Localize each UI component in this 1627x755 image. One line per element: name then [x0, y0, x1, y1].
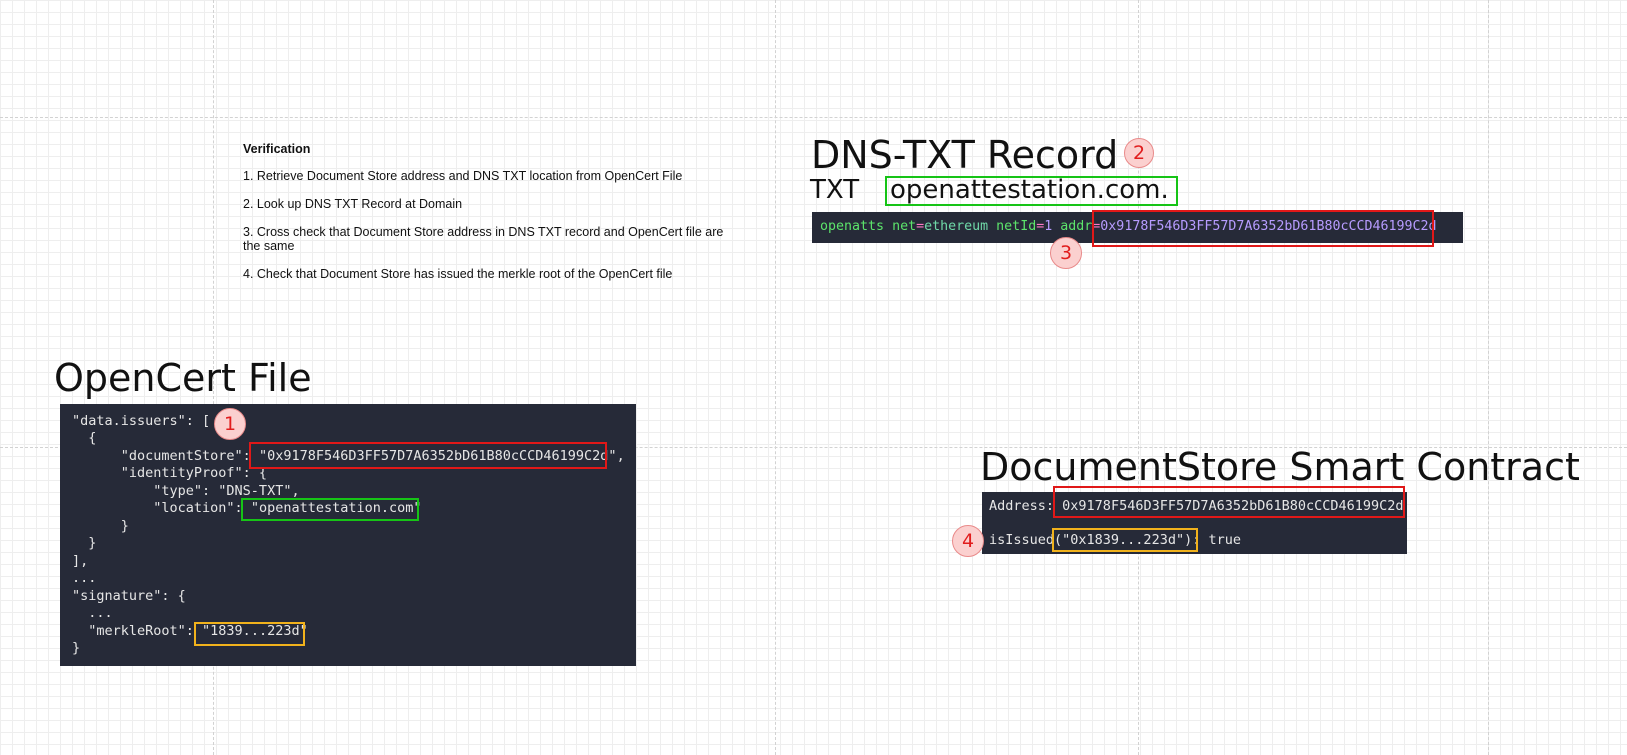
opencert-title: OpenCert File — [54, 356, 312, 400]
guide-line — [775, 0, 776, 755]
code-line: } — [72, 535, 97, 551]
dns-code-token: netId — [996, 219, 1037, 234]
code-line: "data.issuers": [ — [72, 413, 211, 429]
verification-title: Verification — [243, 142, 311, 156]
code-line: "identityProof": { — [72, 465, 268, 481]
code-line: ... — [72, 605, 113, 621]
address-label: Address: — [989, 498, 1055, 514]
contract-title: DocumentStore Smart Contract — [980, 445, 1580, 489]
code-line: ], — [72, 553, 89, 569]
callout-badge-1: 1 — [214, 408, 246, 440]
merkle-root-arg-highlight — [1052, 528, 1198, 552]
dns-code-token: openatts — [820, 219, 885, 234]
code-line: ... — [72, 570, 97, 586]
code-line: { — [72, 430, 97, 446]
contract-address-highlight — [1053, 486, 1405, 518]
code-key: "documentStore": — [72, 448, 259, 464]
is-issued-result: true — [1208, 532, 1241, 548]
verification-step-4: 4. Check that Document Store has issued … — [243, 267, 673, 281]
dns-title: DNS-TXT Record — [811, 133, 1119, 177]
dns-domain: openattestation.com. — [890, 173, 1169, 207]
verification-steps: Verification 1. Retrieve Document Store … — [243, 142, 733, 295]
dns-code-token: ethereum — [924, 219, 989, 234]
callout-badge-2: 2 — [1124, 138, 1154, 168]
dns-record-type: TXT — [810, 175, 860, 205]
verification-step-1: 1. Retrieve Document Store address and D… — [243, 169, 683, 183]
callout-badge-3: 3 — [1050, 237, 1082, 269]
guide-line — [0, 117, 1627, 118]
code-line: } — [72, 640, 81, 656]
code-key: "location": — [72, 500, 251, 516]
dns-code-token: addr — [1060, 219, 1093, 234]
dns-code-token: = — [916, 219, 925, 234]
verification-step-2: 2. Look up DNS TXT Record at Domain — [243, 196, 463, 211]
dns-txt-line: TXT — [810, 173, 859, 207]
location-highlight — [241, 498, 419, 521]
dns-address-highlight — [1092, 210, 1434, 247]
code-punct: , — [616, 448, 625, 464]
is-issued-function: isIssued — [989, 532, 1055, 548]
guide-line — [1488, 0, 1489, 755]
callout-badge-4: 4 — [952, 525, 984, 557]
document-store-highlight — [249, 442, 607, 469]
dns-domain-suffix: . — [1160, 175, 1169, 205]
dns-code-token: 1 — [1044, 219, 1053, 234]
dns-code-token: net — [892, 219, 917, 234]
merkle-root-highlight — [194, 622, 305, 646]
verification-step-3: 3. Cross check that Document Store addre… — [243, 224, 724, 254]
code-key: "merkleRoot": — [72, 623, 203, 639]
guide-line — [1138, 0, 1139, 755]
code-line: } — [72, 518, 129, 534]
code-line: "signature": { — [72, 588, 186, 604]
dns-domain-text: openattestation.com — [890, 175, 1161, 205]
